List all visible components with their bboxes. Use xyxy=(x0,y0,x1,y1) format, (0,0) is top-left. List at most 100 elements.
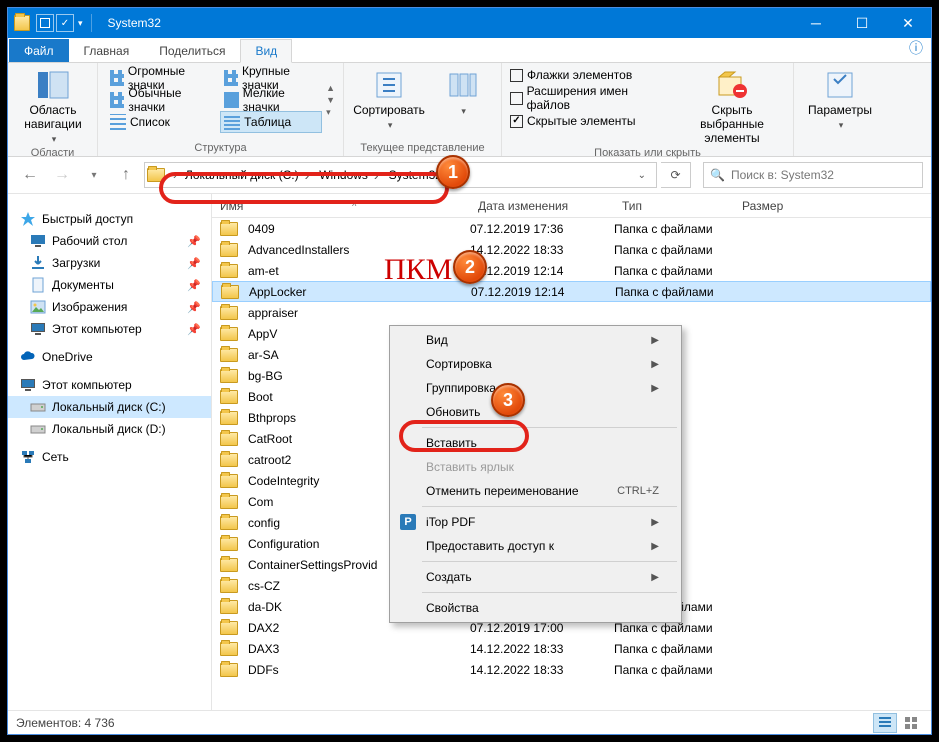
details-view-button[interactable] xyxy=(873,713,897,733)
context-menu: Вид▶ Сортировка▶ Группировка▶ Обновить В… xyxy=(389,325,682,623)
sidebar-drive-d[interactable]: Локальный диск (D:) xyxy=(8,418,211,440)
column-type[interactable]: Тип xyxy=(614,194,734,217)
search-box[interactable]: 🔍 Поиск в: System32 xyxy=(703,162,923,188)
recent-dropdown[interactable]: ▾ xyxy=(80,161,108,189)
maximize-button[interactable]: ☐ xyxy=(839,8,885,38)
ribbon-help-icon[interactable]: ⓘ xyxy=(901,38,931,62)
sidebar-onedrive[interactable]: OneDrive xyxy=(8,346,211,368)
file-name: AppV xyxy=(248,327,277,341)
folder-icon xyxy=(220,621,238,635)
view-list[interactable]: Список xyxy=(106,111,216,133)
sidebar-downloads[interactable]: Загрузки📌 xyxy=(8,252,211,274)
folder-icon xyxy=(220,327,238,341)
ctx-sort[interactable]: Сортировка▶ xyxy=(392,352,679,376)
group-columns-button[interactable] xyxy=(432,67,493,131)
ctx-group[interactable]: Группировка▶ xyxy=(392,376,679,400)
column-size[interactable]: Размер xyxy=(734,194,834,217)
folder-icon xyxy=(220,222,238,236)
window-controls: ─ ☐ ✕ xyxy=(793,8,931,38)
sidebar-desktop[interactable]: Рабочий стол📌 xyxy=(8,230,211,252)
ctx-new[interactable]: Создать▶ xyxy=(392,565,679,589)
forward-button[interactable]: → xyxy=(48,161,76,189)
file-extensions-toggle[interactable]: Расширения имен файлов xyxy=(510,83,669,113)
qat-dropdown-icon[interactable]: ▾ xyxy=(78,18,83,29)
navigation-pane-button[interactable]: Область навигации xyxy=(16,67,90,145)
file-name: ar-SA xyxy=(248,348,279,362)
folder-icon xyxy=(220,642,238,656)
file-name: 0409 xyxy=(248,222,275,236)
hide-selected-button[interactable]: Скрыть выбранные элементы xyxy=(679,67,785,145)
window-title: System32 xyxy=(108,16,161,30)
qat-button[interactable]: ✓ xyxy=(56,14,74,32)
sidebar-documents[interactable]: Документы📌 xyxy=(8,274,211,296)
sidebar-drive-c[interactable]: Локальный диск (C:) xyxy=(8,396,211,418)
expand-icon[interactable]: ▾ xyxy=(326,107,335,118)
ctx-refresh[interactable]: Обновить xyxy=(392,400,679,424)
sidebar-thispc-pinned[interactable]: Этот компьютер📌 xyxy=(8,318,211,340)
column-name[interactable]: Имя^ xyxy=(212,194,470,217)
view-small-icons[interactable]: Мелкие значки xyxy=(220,89,322,111)
table-row[interactable]: DAX314.12.2022 18:33Папка с файлами xyxy=(212,638,931,659)
address-row: ← → ▾ ↑ › Локальный диск (C:) Windows Sy… xyxy=(8,157,931,193)
scroll-up-icon[interactable]: ▲ xyxy=(326,83,335,93)
refresh-button[interactable]: ⟳ xyxy=(661,162,691,188)
folder-icon xyxy=(220,600,238,614)
breadcrumb-segment[interactable]: System32 xyxy=(385,163,459,187)
table-row[interactable]: 040907.12.2019 17:36Папка с файлами xyxy=(212,218,931,239)
close-button[interactable]: ✕ xyxy=(885,8,931,38)
up-button[interactable]: ↑ xyxy=(112,161,140,189)
ctx-properties[interactable]: Свойства xyxy=(392,596,679,620)
address-dropdown-icon[interactable]: ⌄ xyxy=(630,170,654,181)
sidebar-this-pc[interactable]: Этот компьютер xyxy=(8,374,211,396)
folder-icon xyxy=(221,285,239,299)
file-name: catroot2 xyxy=(248,453,291,467)
ctx-itop-pdf[interactable]: P iTop PDF▶ xyxy=(392,510,679,534)
folder-icon xyxy=(220,243,238,257)
address-bar[interactable]: › Локальный диск (C:) Windows System32 ⌄ xyxy=(144,162,657,188)
ctx-view[interactable]: Вид▶ xyxy=(392,328,679,352)
table-row[interactable]: am-et07.12.2019 12:14Папка с файлами xyxy=(212,260,931,281)
tab-view[interactable]: Вид xyxy=(240,39,292,63)
ctx-undo-rename[interactable]: Отменить переименованиеCTRL+Z xyxy=(392,479,679,503)
submenu-arrow-icon: ▶ xyxy=(651,359,659,370)
column-date[interactable]: Дата изменения xyxy=(470,194,614,217)
tab-home[interactable]: Главная xyxy=(69,39,145,62)
title-bar: ✓ ▾ System32 ─ ☐ ✕ xyxy=(8,8,931,38)
file-name: DAX2 xyxy=(248,621,279,635)
options-button[interactable]: Параметры xyxy=(802,67,878,131)
table-row[interactable]: AppLocker07.12.2019 12:14Папка с файлами xyxy=(212,281,931,302)
table-row[interactable]: DDFs14.12.2022 18:33Папка с файлами xyxy=(212,659,931,680)
hidden-items-toggle[interactable]: Скрытые элементы xyxy=(510,113,669,129)
file-name: da-DK xyxy=(248,600,282,614)
sidebar-network[interactable]: Сеть xyxy=(8,446,211,468)
folder-icon xyxy=(220,516,238,530)
file-name: ContainerSettingsProvid xyxy=(248,558,377,572)
ctx-give-access[interactable]: Предоставить доступ к▶ xyxy=(392,534,679,558)
submenu-arrow-icon: ▶ xyxy=(651,335,659,346)
back-button[interactable]: ← xyxy=(16,161,44,189)
breadcrumb-segment[interactable]: Windows xyxy=(315,163,384,187)
search-icon: 🔍 xyxy=(710,168,725,182)
item-checkboxes-toggle[interactable]: Флажки элементов xyxy=(510,67,669,83)
sort-button[interactable]: Сортировать xyxy=(352,67,426,131)
tab-file[interactable]: Файл xyxy=(9,39,69,62)
qat-button[interactable] xyxy=(36,14,54,32)
folder-icon xyxy=(220,474,238,488)
pin-icon: 📌 xyxy=(187,235,201,248)
folder-icon xyxy=(220,453,238,467)
navigation-pane: Быстрый доступ Рабочий стол📌 Загрузки📌 Д… xyxy=(8,194,212,710)
tab-share[interactable]: Поделиться xyxy=(144,39,240,62)
minimize-button[interactable]: ─ xyxy=(793,8,839,38)
ctx-paste[interactable]: Вставить xyxy=(392,431,679,455)
view-details[interactable]: Таблица xyxy=(220,111,322,133)
table-row[interactable]: AdvancedInstallers14.12.2022 18:33Папка … xyxy=(212,239,931,260)
thumbnails-view-button[interactable] xyxy=(899,713,923,733)
submenu-arrow-icon: ▶ xyxy=(651,383,659,394)
sidebar-quick-access[interactable]: Быстрый доступ xyxy=(8,208,211,230)
breadcrumb-segment[interactable]: Локальный диск (C:) xyxy=(181,163,315,187)
table-row[interactable]: appraiser xyxy=(212,302,931,323)
view-medium-icons[interactable]: Обычные значки xyxy=(106,89,216,111)
scroll-down-icon[interactable]: ▼ xyxy=(326,95,335,105)
folder-icon xyxy=(147,168,165,182)
sidebar-pictures[interactable]: Изображения📌 xyxy=(8,296,211,318)
